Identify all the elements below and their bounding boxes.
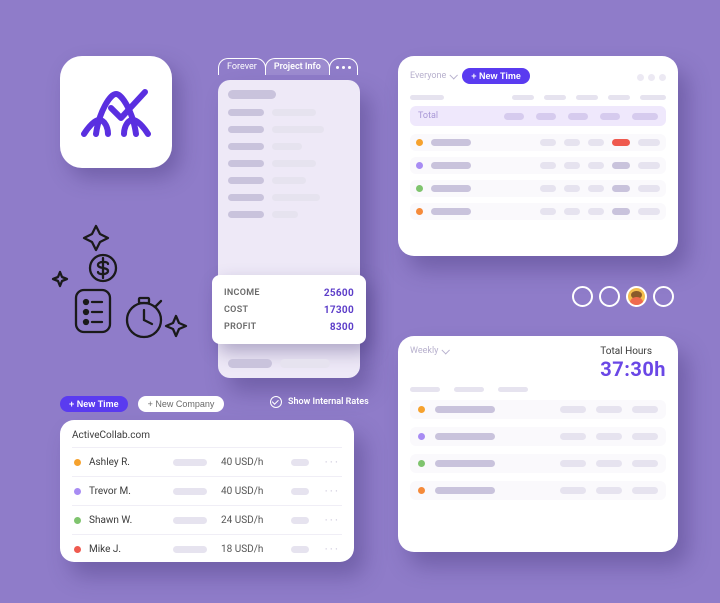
row-more-icon[interactable]: ··· (325, 513, 340, 527)
filter-everyone-dropdown[interactable]: Everyone (410, 71, 456, 81)
user-color-dot (74, 517, 81, 524)
user-color-dot (74, 546, 81, 553)
window-dots (633, 66, 666, 85)
hours-row[interactable] (410, 454, 666, 473)
decorative-doodles (48, 220, 208, 360)
avatar-empty[interactable] (653, 286, 674, 307)
new-company-button[interactable]: + New Company (138, 396, 225, 412)
row-more-icon[interactable]: ··· (325, 484, 340, 498)
rates-row: Mike J. 18 USD/h ··· (72, 534, 342, 563)
summary-profit-value: 8300 (330, 322, 354, 333)
new-time-button[interactable]: + New Time (462, 68, 530, 84)
filter-weekly-label: Weekly (410, 346, 438, 356)
rates-row-name: Shawn W. (89, 515, 159, 526)
project-info-card: INCOME 25600 COST 17300 PROFIT 8300 (218, 80, 360, 378)
avatar-empty[interactable] (572, 286, 593, 307)
tracking-row[interactable] (410, 203, 666, 220)
tab-project-info[interactable]: Project Info (265, 58, 330, 75)
sparkle-icon (166, 316, 186, 336)
summary-income-label: INCOME (224, 288, 260, 299)
rates-company-name: ActiveCollab.com (72, 430, 342, 447)
tracking-total-label: Total (418, 111, 438, 121)
rates-row-rate: 40 USD/h (221, 486, 277, 497)
rates-row-name: Ashley R. (89, 457, 159, 468)
avatar-user[interactable] (626, 286, 647, 307)
tab-forever[interactable]: Forever (218, 58, 266, 75)
list-card-icon (76, 290, 110, 332)
total-hours-label: Total Hours (600, 346, 666, 357)
hours-row[interactable] (410, 427, 666, 446)
filter-everyone-label: Everyone (410, 71, 446, 81)
activecollab-logo-icon (81, 84, 151, 140)
filter-weekly-dropdown[interactable]: Weekly (410, 346, 448, 356)
tracking-total-row: Total (410, 106, 666, 126)
project-summary: INCOME 25600 COST 17300 PROFIT 8300 (212, 275, 366, 344)
summary-cost-value: 17300 (324, 305, 354, 316)
new-time-button-secondary[interactable]: + New Time (60, 396, 128, 412)
total-hours-block: Total Hours 37:30h (600, 346, 666, 381)
hours-row[interactable] (410, 400, 666, 419)
project-info-tabs: Forever Project Info (218, 58, 357, 75)
summary-profit-label: PROFIT (224, 322, 256, 333)
row-more-icon[interactable]: ··· (325, 455, 340, 469)
tracking-row[interactable] (410, 157, 666, 174)
hours-card: Weekly Total Hours 37:30h (398, 336, 678, 552)
total-hours-value: 37:30h (600, 357, 666, 381)
app-logo-tile (60, 56, 172, 168)
avatar-row (572, 286, 674, 307)
rates-row: Shawn W. 24 USD/h ··· (72, 505, 342, 534)
user-color-dot (74, 459, 81, 466)
show-internal-rates-toggle[interactable]: Show Internal Rates (270, 396, 369, 408)
coin-icon (90, 255, 116, 281)
rates-row: Ashley R. 40 USD/h ··· (72, 447, 342, 476)
rates-card: ActiveCollab.com Ashley R.40 USD/h···Tre… (60, 420, 354, 562)
tracking-row[interactable] (410, 134, 666, 151)
tab-more[interactable] (329, 58, 358, 75)
rates-row-name: Mike J. (89, 544, 159, 555)
summary-cost-label: COST (224, 305, 248, 316)
summary-income-value: 25600 (324, 288, 354, 299)
row-more-icon[interactable]: ··· (325, 542, 340, 556)
chevron-down-icon (442, 346, 450, 354)
rates-row: Trevor M. 40 USD/h ··· (72, 476, 342, 505)
user-color-dot (74, 488, 81, 495)
sparkle-icon (53, 272, 67, 286)
tracking-row[interactable] (410, 180, 666, 197)
show-internal-rates-label: Show Internal Rates (288, 397, 369, 407)
rates-row-rate: 40 USD/h (221, 457, 277, 468)
check-circle-icon (270, 396, 282, 408)
time-tracking-card: Everyone + New Time Total (398, 56, 678, 256)
rates-row-rate: 18 USD/h (221, 544, 277, 555)
hours-row[interactable] (410, 481, 666, 500)
sparkle-icon (84, 226, 108, 250)
stopwatch-icon (127, 298, 161, 337)
chevron-down-icon (450, 71, 458, 79)
rates-row-rate: 24 USD/h (221, 515, 277, 526)
rates-row-name: Trevor M. (89, 486, 159, 497)
avatar-empty[interactable] (599, 286, 620, 307)
